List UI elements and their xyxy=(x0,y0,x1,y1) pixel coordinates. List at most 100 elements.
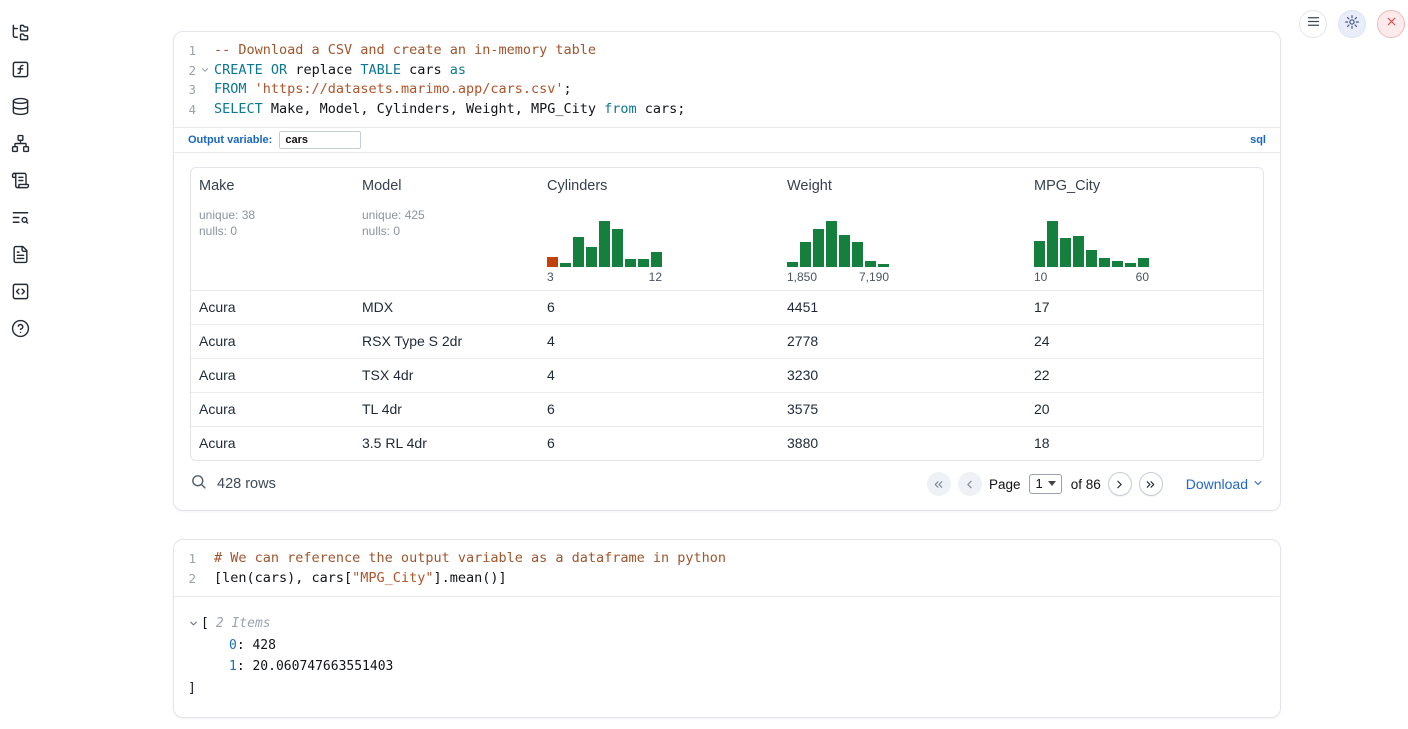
next-page-button[interactable] xyxy=(1108,472,1132,496)
code-line[interactable]: 2CREATE OR replace TABLE cars as xyxy=(174,61,1280,81)
column-header-mpg-city[interactable]: MPG_City 10 60 xyxy=(1026,168,1263,290)
dependency-graph-icon[interactable] xyxy=(8,131,33,155)
table-cell: 4 xyxy=(539,359,779,392)
mpg-city-histogram: 10 60 xyxy=(1034,221,1255,284)
page-select[interactable]: 1 xyxy=(1029,474,1061,494)
histogram-bar[interactable] xyxy=(826,221,837,267)
histogram-bar[interactable] xyxy=(651,252,662,267)
first-page-button[interactable] xyxy=(927,472,951,496)
table-cell: Acura xyxy=(191,291,354,324)
table-row[interactable]: AcuraTSX 4dr4323022 xyxy=(191,358,1263,392)
histogram-bar[interactable] xyxy=(1138,258,1149,267)
item-separator: : xyxy=(237,659,253,674)
histogram-bar[interactable] xyxy=(638,259,649,267)
logs-search-icon[interactable] xyxy=(8,205,33,229)
table-cell: Acura xyxy=(191,359,354,392)
code-line[interactable]: 2[len(cars), cars["MPG_City"].mean()] xyxy=(174,569,1280,589)
histogram-bar[interactable] xyxy=(865,261,876,267)
table-cell: 6 xyxy=(539,427,779,460)
column-header-model[interactable]: Model unique: 425 nulls: 0 xyxy=(354,168,539,290)
code-token-pl xyxy=(247,81,255,97)
notebook: 1-- Download a CSV and create an in-memo… xyxy=(173,31,1281,718)
column-header-weight[interactable]: Weight 1,850 7,190 xyxy=(779,168,1026,290)
histogram-bar[interactable] xyxy=(560,263,571,267)
histogram-bar[interactable] xyxy=(1047,221,1058,267)
histogram-bar[interactable] xyxy=(599,221,610,267)
output-list-item: 1: 20.060747663551403 xyxy=(188,656,1266,678)
histogram-bar[interactable] xyxy=(1112,261,1123,267)
document-icon[interactable] xyxy=(8,242,33,266)
next-page-icon xyxy=(1113,478,1126,491)
code-line[interactable]: 3FROM 'https://datasets.marimo.app/cars.… xyxy=(174,80,1280,100)
table-row[interactable]: AcuraRSX Type S 2dr4277824 xyxy=(191,324,1263,358)
output-variable-label: Output variable: xyxy=(188,134,272,146)
histogram-bar[interactable] xyxy=(1125,263,1136,267)
table-row[interactable]: AcuraTL 4dr6357520 xyxy=(191,392,1263,426)
histogram-bar[interactable] xyxy=(878,264,889,267)
histogram-bar[interactable] xyxy=(800,242,811,267)
table-body: AcuraMDX6445117AcuraRSX Type S 2dr427782… xyxy=(191,290,1263,460)
code-token-pl: cars; xyxy=(637,101,686,117)
chevron-down-icon xyxy=(1048,481,1056,486)
code-text: SELECT Make, Model, Cylinders, Weight, M… xyxy=(214,100,685,120)
histogram-bar[interactable] xyxy=(547,257,558,267)
histogram-bar[interactable] xyxy=(839,235,850,267)
code-token-kw: CREATE xyxy=(214,62,263,78)
histogram-bar[interactable] xyxy=(612,229,623,267)
table-cell: 2778 xyxy=(779,325,1026,358)
settings-button[interactable] xyxy=(1338,10,1366,38)
collapse-chevron-icon[interactable] xyxy=(188,618,201,629)
histogram-bar[interactable] xyxy=(787,262,798,267)
file-tree-icon[interactable] xyxy=(8,20,33,44)
histogram-bar[interactable] xyxy=(573,237,584,267)
hist-min-label: 1,850 xyxy=(787,270,817,284)
python-code-editor[interactable]: 1 # We can reference the output variable … xyxy=(174,540,1280,596)
output-variable-input[interactable] xyxy=(279,131,361,149)
download-label: Download xyxy=(1186,476,1248,492)
last-page-button[interactable] xyxy=(1139,472,1163,496)
code-text: CREATE OR replace TABLE cars as xyxy=(214,61,466,81)
table-row[interactable]: Acura3.5 RL 4dr6388018 xyxy=(191,426,1263,460)
histogram-bar[interactable] xyxy=(625,259,636,267)
items-count-label: 2 Items xyxy=(216,613,271,635)
database-icon[interactable] xyxy=(8,94,33,118)
histogram-bar[interactable] xyxy=(1086,250,1097,267)
code-token-kw: SELECT xyxy=(214,101,263,117)
code-token-pl: ; xyxy=(564,81,572,97)
column-header-make[interactable]: Make unique: 38 nulls: 0 xyxy=(191,168,354,290)
table-cell: 17 xyxy=(1026,291,1263,324)
table-row[interactable]: AcuraMDX6445117 xyxy=(191,290,1263,324)
code-line[interactable]: 1-- Download a CSV and create an in-memo… xyxy=(174,41,1280,61)
histogram-bar[interactable] xyxy=(1034,241,1045,267)
table-cell: MDX xyxy=(354,291,539,324)
histogram-bar[interactable] xyxy=(852,242,863,267)
snippets-icon[interactable] xyxy=(8,279,33,303)
help-icon[interactable] xyxy=(8,316,33,340)
histogram-range: 3 12 xyxy=(547,270,662,284)
column-header-cylinders[interactable]: Cylinders 3 12 xyxy=(539,168,779,290)
sql-code-editor[interactable]: 1-- Download a CSV and create an in-memo… xyxy=(174,32,1280,127)
line-number: 1 xyxy=(174,549,196,569)
table-footer: 428 rows Page 1 of 86 xyxy=(174,461,1280,510)
menu-button[interactable] xyxy=(1299,10,1327,38)
code-line[interactable]: 4SELECT Make, Model, Cylinders, Weight, … xyxy=(174,100,1280,120)
histogram-bar[interactable] xyxy=(813,229,824,267)
histogram-bar[interactable] xyxy=(1099,258,1110,267)
shutdown-button[interactable] xyxy=(1377,10,1405,38)
column-title: MPG_City xyxy=(1034,178,1255,194)
scroll-icon[interactable] xyxy=(8,168,33,192)
histogram-bar[interactable] xyxy=(1073,236,1084,267)
notebook-actions xyxy=(1299,10,1405,38)
download-button[interactable]: Download xyxy=(1186,476,1264,492)
function-icon[interactable] xyxy=(8,57,33,81)
prev-page-button[interactable] xyxy=(958,472,982,496)
stat-unique: unique: 425 xyxy=(362,207,531,223)
fold-spacer xyxy=(196,549,214,569)
code-token-comment: # We can reference the output variable a… xyxy=(214,550,726,566)
hist-min-label: 10 xyxy=(1034,270,1047,284)
histogram-bar[interactable] xyxy=(1060,238,1071,267)
search-icon[interactable] xyxy=(190,473,207,495)
code-line[interactable]: 1 # We can reference the output variable … xyxy=(174,549,1280,569)
fold-chevron-icon[interactable] xyxy=(196,61,214,81)
histogram-bar[interactable] xyxy=(586,247,597,267)
